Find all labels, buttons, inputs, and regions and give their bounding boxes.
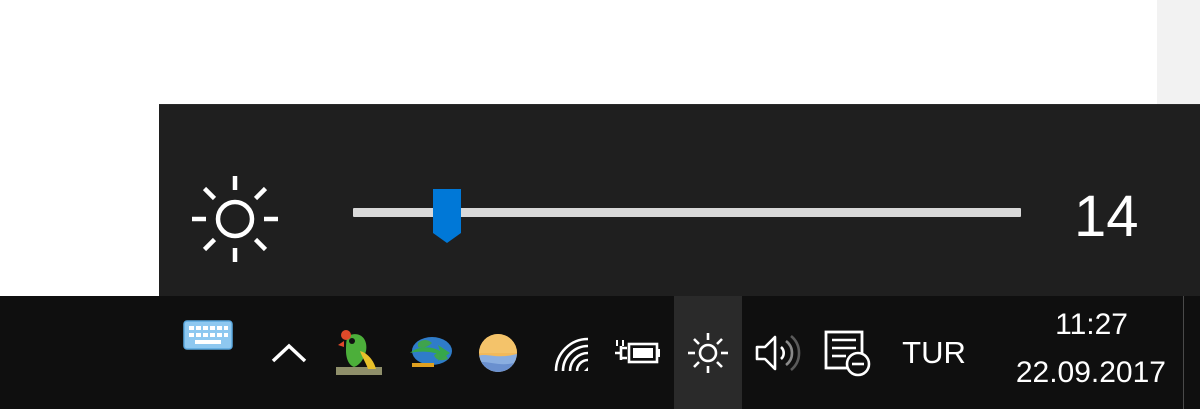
- wifi-icon[interactable]: [546, 296, 598, 409]
- taskbar: TUR 11:27 22.09.2017: [0, 296, 1200, 409]
- action-center-icon[interactable]: [816, 296, 876, 409]
- show-desktop-button[interactable]: [1183, 296, 1184, 409]
- brightness-flyout: 14: [159, 104, 1200, 296]
- parrot-app-icon[interactable]: [330, 296, 386, 409]
- language-label: TUR: [902, 334, 966, 370]
- battery-charging-icon[interactable]: [610, 296, 666, 409]
- window-edge: [1157, 0, 1200, 104]
- input-language-indicator[interactable]: TUR: [892, 296, 976, 409]
- clock-time: 11:27: [1055, 308, 1128, 341]
- download-manager-icon[interactable]: [400, 296, 460, 409]
- photos-app-icon[interactable]: [472, 296, 524, 409]
- brightness-slider[interactable]: [353, 189, 1021, 243]
- brightness-sun-icon: [189, 173, 281, 265]
- slider-thumb[interactable]: [431, 187, 463, 245]
- desktop: 14 TUR 11:27 22.09.2017: [0, 0, 1200, 409]
- brightness-icon[interactable]: [674, 296, 742, 409]
- clock[interactable]: 11:27 22.09.2017: [1000, 296, 1170, 409]
- show-hidden-icons-chevron-icon[interactable]: [265, 296, 313, 409]
- touch-keyboard-icon[interactable]: [180, 296, 236, 409]
- volume-icon[interactable]: [748, 296, 806, 409]
- clock-date: 22.09.2017: [1015, 356, 1166, 389]
- brightness-value: 14: [1074, 184, 1139, 249]
